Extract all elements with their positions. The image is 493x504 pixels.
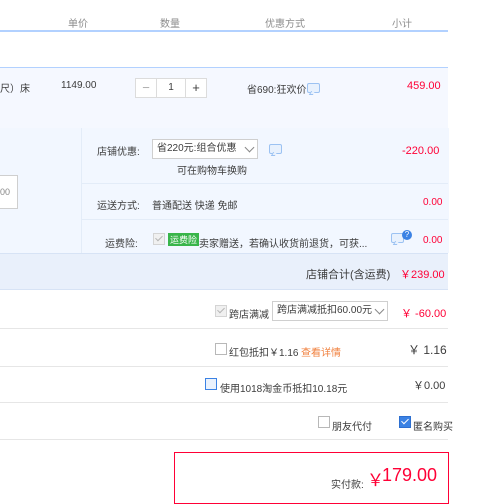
increase-button[interactable]: +	[185, 78, 207, 98]
insurance-tag: 运费险	[168, 233, 200, 246]
points-checkbox[interactable]	[205, 378, 217, 390]
shipping-amount: 0.00	[423, 197, 443, 208]
chat-icon[interactable]	[269, 144, 282, 154]
divider	[0, 289, 448, 290]
order-item-row	[0, 67, 448, 130]
quantity-input[interactable]: 1	[157, 78, 185, 98]
chevron-down-icon	[244, 142, 255, 153]
cross-store-label: 跨店满减	[229, 310, 269, 321]
shop-total-amount: ￥239.00	[400, 269, 445, 281]
header-subtotal: 小计	[392, 19, 412, 30]
quantity-stepper[interactable]: − 1 +	[135, 78, 207, 98]
payment-amount: 179.00	[382, 465, 438, 485]
chevron-down-icon	[374, 304, 385, 315]
shop-coupon-selected: 省220元:组合优惠	[157, 143, 237, 154]
header-discount-method: 优惠方式	[265, 19, 305, 30]
friend-pay-checkbox[interactable]	[318, 416, 330, 428]
divider	[0, 439, 448, 440]
message-input-text: 00	[0, 187, 11, 197]
points-amount: ￥0.00	[413, 380, 446, 392]
cross-store-checkbox[interactable]	[215, 305, 227, 317]
shop-coupon-amount: -220.00	[402, 145, 440, 157]
insurance-text: 卖家赠送，若确认收货前退货，可获...	[199, 239, 368, 250]
shop-coupon-label: 店铺优惠:	[97, 147, 140, 158]
insurance-label: 运费险:	[105, 239, 138, 250]
divider	[0, 366, 448, 367]
anonymous-label: 匿名购买	[413, 422, 453, 433]
shipping-label: 运送方式:	[97, 201, 140, 212]
message-input[interactable]: 00	[0, 175, 18, 209]
divider	[82, 183, 448, 184]
header-unit-price: 单价	[68, 19, 88, 30]
shipping-value: 普通配送 快递 免邮	[152, 201, 238, 212]
item-discount: 省690:狂欢价	[247, 85, 307, 96]
points-label: 使用1018淘金币抵扣10.18元	[220, 384, 348, 395]
cross-store-selected: 跨店满减抵扣60.00元	[277, 305, 373, 316]
column-header: 单价 数量 优惠方式 小计	[0, 0, 448, 32]
friend-pay-label: 朋友代付	[332, 422, 372, 433]
chat-icon[interactable]	[307, 83, 320, 93]
help-icon[interactable]: ?	[402, 230, 412, 240]
item-subtotal: 459.00	[407, 80, 441, 92]
shop-coupon-note: 可在购物车换购	[177, 166, 247, 177]
red-packet-checkbox[interactable]	[215, 343, 227, 355]
item-spec: 尺）床	[0, 84, 30, 95]
anonymous-checkbox[interactable]	[399, 416, 411, 428]
item-unit-price: 1149.00	[61, 80, 97, 91]
divider	[82, 219, 448, 220]
header-quantity: 数量	[160, 19, 180, 30]
red-packet-amount: ￥ 1.16	[408, 343, 447, 357]
cross-store-select[interactable]: 跨店满减抵扣60.00元	[272, 301, 388, 321]
cross-store-amount: ￥ -60.00	[401, 308, 447, 320]
red-packet-label: 红包抵扣￥1.16	[229, 348, 299, 359]
payment-label: 实付款:	[331, 480, 364, 491]
insurance-checkbox[interactable]	[153, 233, 165, 245]
shop-total-label: 店铺合计(含运费)	[306, 269, 391, 281]
insurance-amount: 0.00	[423, 235, 443, 246]
divider	[0, 402, 448, 403]
red-packet-details-link[interactable]: 查看详情	[301, 344, 341, 359]
shop-coupon-select[interactable]: 省220元:组合优惠	[152, 139, 258, 159]
divider	[0, 328, 448, 329]
decrease-button[interactable]: −	[135, 78, 157, 98]
